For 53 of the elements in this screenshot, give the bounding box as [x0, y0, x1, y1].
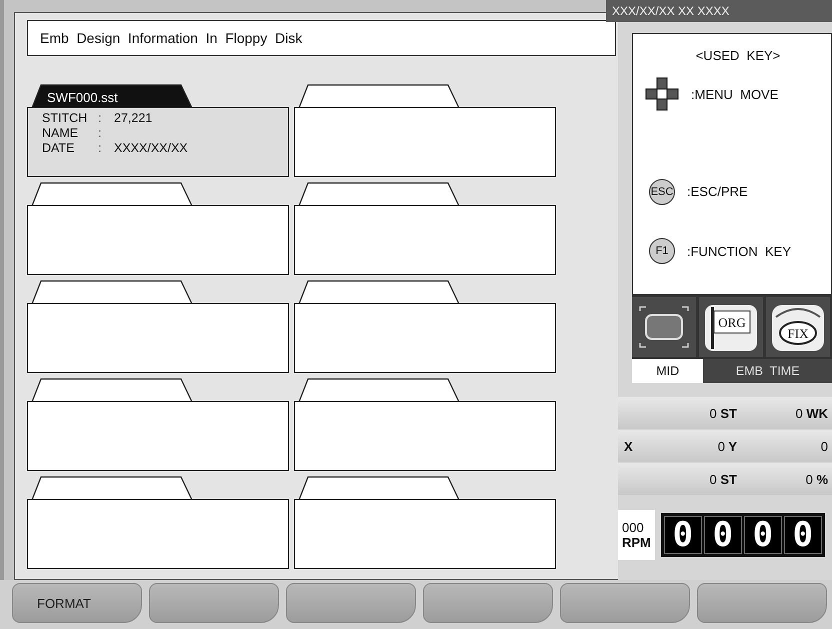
folder-tab[interactable]	[298, 378, 460, 402]
field-value: XXXX/XX/XX	[114, 141, 188, 156]
folder-tab[interactable]	[31, 182, 193, 206]
key-description: :ESC/PRE	[687, 184, 748, 200]
field-separator: :	[98, 111, 102, 126]
icon-label: ORG	[718, 315, 746, 330]
icon-label: FIX	[788, 326, 808, 341]
folder-tab[interactable]	[31, 378, 193, 402]
frame-icon	[639, 306, 689, 348]
readout-label: X	[623, 438, 634, 454]
folder-tab[interactable]	[298, 476, 460, 500]
readout-value: 0 %	[804, 472, 829, 486]
mode-tab[interactable]: EMB TIME	[703, 359, 832, 383]
readout-value: 0 ST	[708, 406, 738, 420]
display-digit: 0	[664, 516, 702, 554]
key-description: :FUNCTION KEY	[687, 244, 792, 259]
gauge-icon	[772, 305, 824, 351]
key-badge: ESC	[649, 178, 675, 205]
file-name: SWF000.sst	[47, 90, 118, 105]
title-field: Emb Design Information In Floppy Disk	[27, 20, 616, 56]
folder-tab[interactable]	[298, 280, 460, 304]
mode-button[interactable]	[632, 297, 696, 357]
speed-value: 000	[622, 520, 645, 535]
key-description: :MENU MOVE	[691, 86, 778, 102]
mode-button[interactable]: FIX	[766, 297, 830, 357]
field-label: DATE	[42, 141, 76, 156]
readout-value: 0 ST	[708, 472, 738, 486]
field-label: NAME	[42, 126, 80, 141]
folder-tab[interactable]	[31, 476, 193, 500]
folder-tab[interactable]	[31, 84, 193, 108]
folder-tab[interactable]	[31, 280, 193, 304]
direction-pad-icon	[645, 77, 679, 111]
readout-value: 0 WK	[794, 406, 829, 420]
folder-card[interactable]: STITCH : 27,221 NAME : DATE : XXXX/XX/XX	[27, 107, 289, 177]
used-key-title: <USED KEY>	[694, 48, 782, 63]
readout-value: 0	[820, 438, 829, 454]
field-separator: :	[98, 141, 102, 156]
key-badge: F1	[649, 238, 675, 264]
field-label: STITCH	[42, 111, 88, 126]
display-digit: 0	[704, 516, 742, 554]
readout-value: 0 Y	[716, 438, 738, 454]
date-time: XXX/XX/XX XX XXXX	[612, 4, 730, 18]
mode-tab[interactable]: MID	[632, 359, 704, 383]
speed-unit: RPM	[622, 535, 651, 550]
display-digit: 0	[744, 516, 782, 554]
folder-tab[interactable]	[298, 182, 460, 206]
field-value: 27,221	[114, 111, 152, 126]
field-separator: :	[98, 126, 102, 141]
mode-button[interactable]: ORG	[699, 297, 763, 357]
function-key[interactable]: FORMAT	[12, 583, 142, 623]
flag-icon	[705, 305, 757, 351]
display-digit: 0	[784, 516, 822, 554]
folder-tab[interactable]	[298, 84, 460, 108]
